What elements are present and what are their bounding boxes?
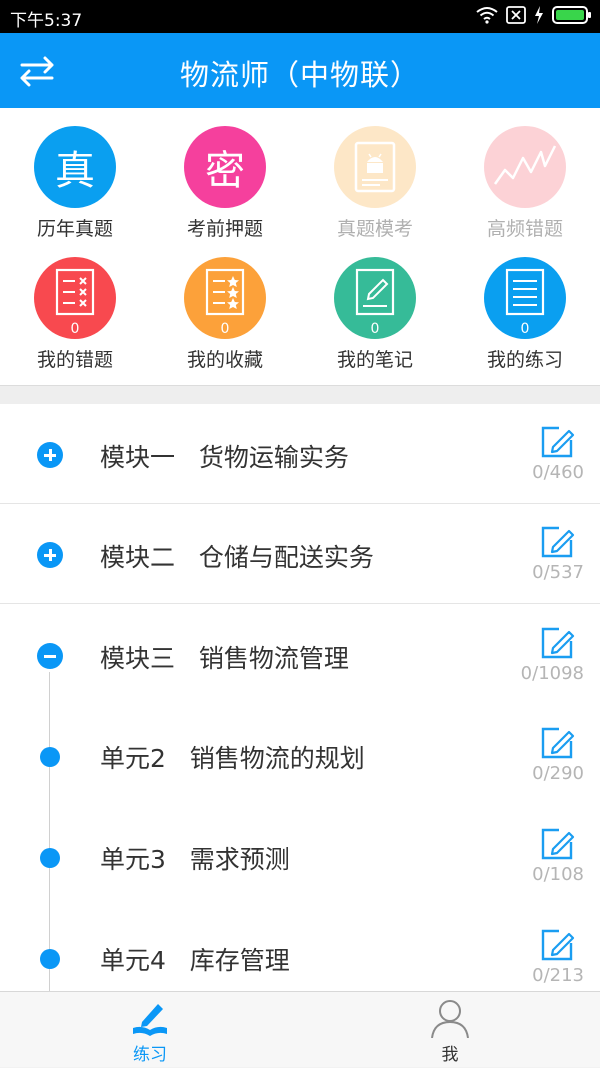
progress-count: 0/290	[532, 763, 584, 784]
grid-item-label: 我的练习	[486, 349, 563, 371]
battery-icon	[552, 6, 591, 24]
edit-icon[interactable]	[539, 826, 575, 862]
past-exams-icon: 真	[34, 126, 116, 208]
section-divider	[0, 385, 600, 404]
quick-actions-grid: 真 历年真题 密 考前押题 真题模考 高频错题 0 我的错题 0 我的收藏 0 …	[0, 108, 600, 385]
trend-icon	[484, 126, 566, 208]
unit-row-2[interactable]: 单元2 销售物流的规划 0/290	[0, 705, 600, 805]
tab-label: 我	[441, 1045, 459, 1065]
grid-item-label: 高频错题	[486, 218, 563, 240]
grid-item-label: 真题模考	[336, 218, 413, 240]
progress-count: 0/213	[532, 965, 584, 986]
progress-count: 0/537	[532, 562, 584, 583]
module-row-1[interactable]: 模块一 货物运输实务 0/460	[0, 404, 600, 504]
grid-item-past-exams[interactable]: 真 历年真题	[0, 126, 150, 241]
nav-bar: 物流师（中物联）	[0, 33, 600, 108]
note-icon: 0	[334, 257, 416, 339]
unit-row-3[interactable]: 单元3 需求预测 0/108	[0, 806, 600, 906]
tab-label: 练习	[133, 1045, 167, 1065]
edit-icon[interactable]	[539, 424, 575, 460]
module-row-3[interactable]: 模块三 销售物流管理 0/1098	[0, 605, 600, 705]
no-sim-icon	[506, 6, 526, 24]
grid-item-predicted-questions[interactable]: 密 考前押题	[150, 126, 300, 241]
edit-icon[interactable]	[539, 927, 575, 963]
grid-item-frequent-errors[interactable]: 高频错题	[450, 126, 600, 241]
tree-node-dot-icon	[40, 747, 60, 767]
expand-plus-icon[interactable]	[37, 442, 63, 468]
progress-count: 0/1098	[520, 663, 584, 684]
mock-exam-icon	[334, 126, 416, 208]
tab-me[interactable]: 我	[300, 992, 600, 1068]
module-label: 模块三 销售物流管理	[100, 644, 349, 673]
my-favorites-count: 0	[220, 321, 230, 337]
unit-label: 单元2 销售物流的规划	[100, 744, 365, 773]
module-label: 模块二 仓储与配送实务	[100, 543, 374, 572]
grid-item-label: 我的错题	[36, 349, 113, 371]
bottom-tab-bar: 练习 我	[0, 991, 600, 1067]
grid-item-label: 我的收藏	[186, 349, 263, 371]
android-document-icon	[354, 141, 396, 193]
practice-book-icon: 0	[484, 257, 566, 339]
status-time: 下午5:37	[10, 11, 83, 31]
expand-plus-icon[interactable]	[37, 542, 63, 568]
status-icons	[476, 6, 592, 24]
chapter-list: 模块一 货物运输实务 0/460 模块二 仓储与配送实务 0/537 模块三 销…	[0, 404, 600, 991]
module-label: 模块一 货物运输实务	[100, 443, 349, 472]
grid-item-my-notes[interactable]: 0 我的笔记	[300, 257, 450, 372]
charging-icon	[535, 6, 543, 24]
unit-label: 单元4 库存管理	[100, 946, 290, 975]
progress-count: 0/108	[532, 864, 584, 885]
module-row-2[interactable]: 模块二 仓储与配送实务 0/537	[0, 504, 600, 604]
grid-item-my-practice[interactable]: 0 我的练习	[450, 257, 600, 372]
grid-item-label: 考前押题	[186, 218, 263, 240]
grid-item-label: 我的笔记	[336, 349, 413, 371]
edit-icon[interactable]	[539, 725, 575, 761]
my-errors-count: 0	[70, 321, 80, 337]
user-icon	[431, 1000, 469, 1038]
my-practice-count: 0	[520, 321, 530, 337]
tree-node-dot-icon	[40, 848, 60, 868]
grid-item-label: 历年真题	[36, 218, 113, 240]
page-title: 物流师（中物联）	[179, 58, 420, 92]
wrong-list-icon: 0	[34, 257, 116, 339]
edit-icon[interactable]	[539, 625, 575, 661]
unit-row-4[interactable]: 单元4 库存管理 0/213	[0, 907, 600, 991]
wifi-icon	[476, 7, 498, 24]
pen-book-icon	[133, 1004, 167, 1036]
grid-item-my-favorites[interactable]: 0 我的收藏	[150, 257, 300, 372]
grid-item-mock-exam[interactable]: 真题模考	[300, 126, 450, 241]
my-notes-count: 0	[370, 321, 380, 337]
collapse-minus-icon[interactable]	[37, 643, 63, 669]
progress-count: 0/460	[532, 462, 584, 483]
status-bar: 下午5:37	[0, 0, 600, 33]
secret-icon: 密	[184, 126, 266, 208]
unit-label: 单元3 需求预测	[100, 845, 290, 874]
star-list-icon: 0	[184, 257, 266, 339]
tree-node-dot-icon	[40, 949, 60, 969]
edit-icon[interactable]	[539, 524, 575, 560]
tab-practice[interactable]: 练习	[0, 992, 300, 1068]
grid-item-my-errors[interactable]: 0 我的错题	[0, 257, 150, 372]
